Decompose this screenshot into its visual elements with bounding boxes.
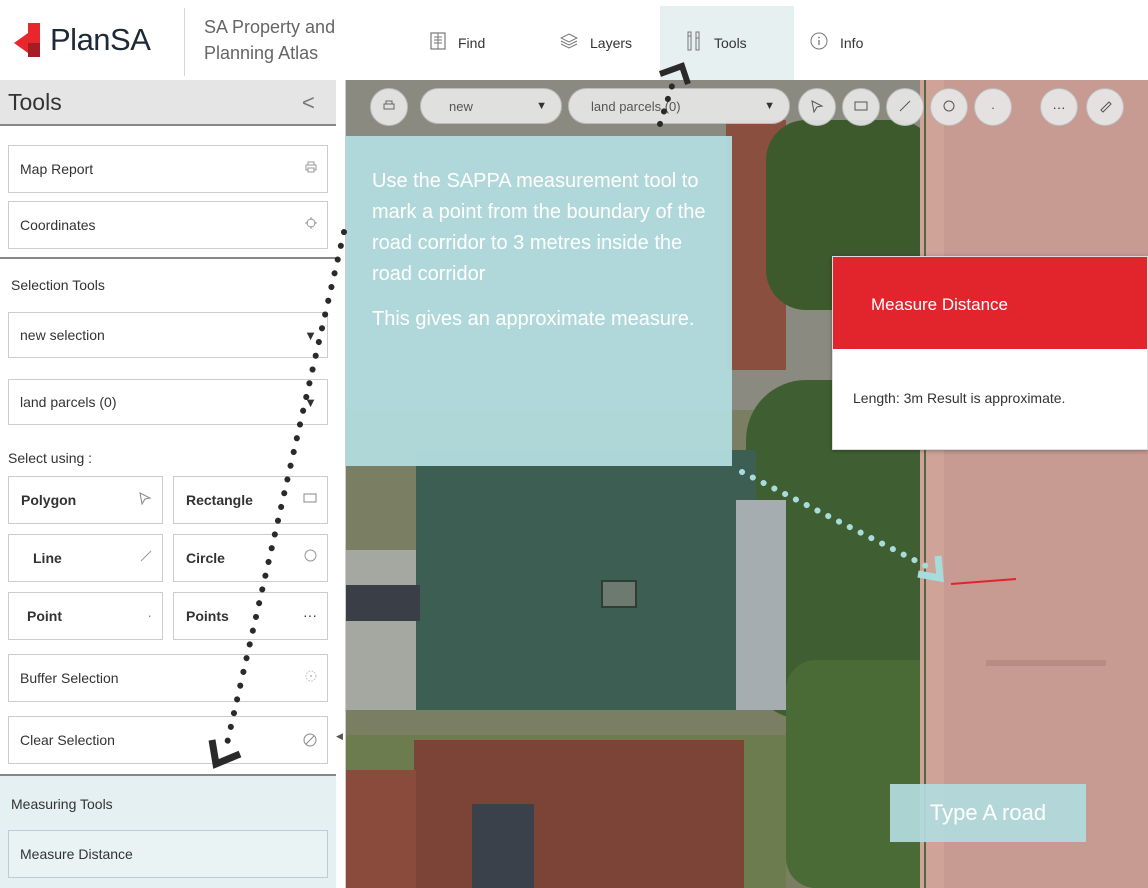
polygon-button[interactable]: Polygon	[8, 476, 163, 524]
line-icon	[140, 549, 152, 565]
map-boundary-line	[924, 80, 926, 888]
dropdown-arrow-icon: ▼	[304, 395, 317, 410]
points-icon: ···	[1052, 99, 1066, 115]
map-solar-panels	[346, 585, 420, 621]
nav-layers[interactable]: Layers	[559, 6, 632, 80]
measure-distance-popup: Measure Distance Length: 3m Result is ap…	[832, 256, 1148, 450]
map-layer-select[interactable]: land parcels (0) ▼	[568, 88, 790, 124]
polygon-icon	[138, 491, 152, 508]
plansa-logo[interactable]: PlanSA	[14, 16, 151, 64]
map-roof-grey	[346, 550, 416, 710]
tools-sidebar: Tools < Map Report Coordinates Selection…	[0, 80, 346, 888]
top-header: PlanSA SA Property and Planning Atlas Fi…	[0, 0, 1148, 80]
line-tool-button[interactable]	[886, 88, 924, 126]
selection-layer-select[interactable]: land parcels (0) ▼	[8, 379, 328, 425]
coordinates-button[interactable]: Coordinates	[8, 201, 328, 249]
rectangle-icon	[303, 491, 317, 507]
map-power-pole	[986, 660, 1106, 666]
point-icon: ·	[147, 607, 152, 623]
map-green-roof	[416, 450, 756, 710]
rectangle-button[interactable]: Rectangle	[173, 476, 328, 524]
measuring-tools-section: Measuring Tools Measure Distance	[0, 774, 336, 888]
buffer-icon	[305, 669, 317, 685]
info-icon	[810, 32, 828, 55]
printer-icon	[305, 160, 317, 176]
polygon-tool-button[interactable]	[798, 88, 836, 126]
nav-info[interactable]: Info	[810, 6, 863, 80]
clear-icon	[303, 733, 317, 750]
map-roof-shed	[736, 500, 786, 710]
ruler-icon	[1098, 99, 1112, 116]
callout-paragraph-1: Use the SAPPA measurement tool to mark a…	[372, 170, 706, 285]
tools-icon	[686, 30, 702, 57]
section-divider	[0, 257, 336, 259]
rectangle-tool-button[interactable]	[842, 88, 880, 126]
print-map-button[interactable]	[370, 88, 408, 126]
map-roof-red-2	[346, 770, 416, 888]
logo-text: PlanSA	[50, 22, 151, 57]
tools-panel-header: Tools <	[0, 80, 336, 126]
map-mode-select[interactable]: new ▼	[420, 88, 562, 124]
instruction-callout: Use the SAPPA measurement tool to mark a…	[346, 136, 732, 466]
point-tool-button[interactable]: ·	[974, 88, 1012, 126]
callout-paragraph-2: This gives an approximate measure.	[372, 308, 695, 330]
selection-mode-select[interactable]: new selection ▼	[8, 312, 328, 358]
polygon-icon	[810, 99, 824, 116]
rectangle-icon	[854, 100, 868, 115]
crosshair-icon	[305, 216, 317, 232]
dropdown-arrow-icon: ▼	[304, 328, 317, 343]
header-divider	[184, 8, 185, 76]
selection-tools-heading: Selection Tools	[11, 277, 105, 293]
select-using-label: Select using :	[8, 450, 93, 466]
map-road-corridor	[920, 80, 1148, 888]
line-button[interactable]: Line	[8, 534, 163, 582]
printer-icon	[383, 100, 395, 115]
measuring-tools-heading: Measuring Tools	[11, 796, 113, 812]
measure-distance-button[interactable]: Measure Distance	[8, 830, 328, 878]
layers-icon	[559, 32, 579, 54]
point-button[interactable]: Point ·	[8, 592, 163, 640]
collapse-handle-icon[interactable]: ◀	[336, 731, 346, 745]
nav-find[interactable]: Find	[430, 6, 485, 80]
circle-button[interactable]: Circle	[173, 534, 328, 582]
nav-tools[interactable]: Tools	[660, 6, 794, 80]
circle-tool-button[interactable]	[930, 88, 968, 126]
circle-icon	[943, 100, 955, 115]
points-button[interactable]: Points ···	[173, 592, 328, 640]
map-report-button[interactable]: Map Report	[8, 145, 328, 193]
point-icon: ·	[990, 99, 996, 115]
road-type-label: Type A road	[890, 784, 1086, 842]
map-roof-red	[414, 740, 744, 888]
collapse-panel-icon[interactable]: <	[302, 90, 315, 116]
measure-tool-button[interactable]	[1086, 88, 1124, 126]
measure-result: Length: 3m Result is approximate.	[853, 390, 1066, 406]
line-icon	[899, 100, 911, 115]
buffer-selection-button[interactable]: Buffer Selection	[8, 654, 328, 702]
atlas-title: SA Property and Planning Atlas	[204, 17, 336, 63]
map-roof-vent	[601, 580, 637, 608]
popup-title: Measure Distance	[833, 257, 1147, 349]
points-icon: ···	[303, 607, 317, 623]
plansa-logo-mark	[14, 23, 46, 57]
clear-selection-button[interactable]: Clear Selection	[8, 716, 328, 764]
panel-title: Tools	[8, 89, 62, 115]
dropdown-arrow-icon: ▼	[764, 100, 775, 112]
document-icon	[430, 31, 446, 55]
circle-icon	[304, 549, 317, 565]
dropdown-arrow-icon: ▼	[536, 100, 547, 112]
points-tool-button[interactable]: ···	[1040, 88, 1078, 126]
map-solar-panels-2	[472, 804, 534, 888]
